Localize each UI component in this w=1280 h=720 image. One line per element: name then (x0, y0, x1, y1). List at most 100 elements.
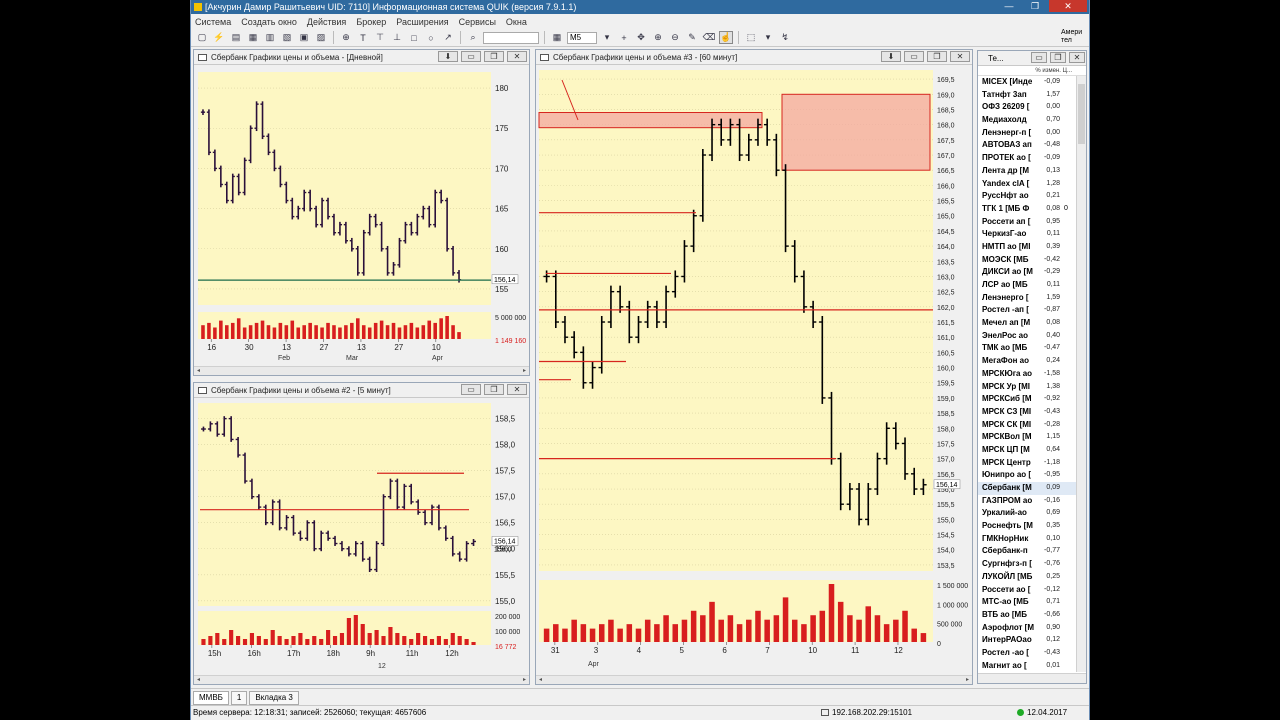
move-icon[interactable]: ✥ (634, 31, 648, 44)
table-row[interactable]: МРСКСиб [М -0,92 (978, 393, 1086, 406)
menu-windows[interactable]: Окна (506, 17, 527, 27)
table-row[interactable]: ДИКСИ ао [М -0,29 (978, 266, 1086, 279)
table-row[interactable]: ЭнелРос ао 0,40 (978, 330, 1086, 343)
tab-mmvb[interactable]: ММВБ (193, 691, 229, 705)
maximize-button[interactable]: ❐ (1023, 0, 1047, 12)
table-row[interactable]: МРСК Центр -1,18 (978, 457, 1086, 470)
table-row[interactable]: ГАЗПРОМ ао -0,16 (978, 495, 1086, 508)
zoom-out-icon[interactable]: ⊖ (668, 31, 682, 44)
chart-icon[interactable]: ▧ (280, 31, 294, 44)
menu-extensions[interactable]: Расширения (396, 17, 448, 27)
table-row[interactable]: MICEX [Инде -0,09 (978, 76, 1086, 89)
table-row[interactable]: МРСК Ур [МІ 1,38 (978, 381, 1086, 394)
scroll-left-icon[interactable]: ◂ (194, 367, 203, 375)
table-row[interactable]: Сбербанк [М 0,09 (978, 482, 1086, 495)
calendar-icon[interactable]: ▦ (550, 31, 564, 44)
search-icon[interactable]: ⌕ (466, 31, 480, 44)
table-row[interactable]: Сургнфгз-п [-0,76 (978, 558, 1086, 571)
table-row[interactable]: ИнтерРАОао 0,12 (978, 634, 1086, 647)
tab-3[interactable]: Вкладка 3 (249, 691, 299, 705)
scroll-left-icon[interactable]: ◂ (194, 676, 203, 684)
table-row[interactable]: МРСК СК [МІ -0,28 (978, 419, 1086, 432)
table-row[interactable]: ПРОТЕК ао [-0,09 (978, 152, 1086, 165)
add-icon[interactable]: + (617, 31, 631, 44)
daily-chart[interactable]: 155 160 165 170 175 180 156,14 5 000 000 1 149 1… (194, 50, 530, 376)
ellipse-icon[interactable]: ○ (424, 31, 438, 44)
table-row[interactable]: Медиахолд 0,70 (978, 114, 1086, 127)
vertical-line-icon[interactable]: ⊤ (373, 31, 387, 44)
order-icon[interactable]: ▤ (229, 31, 243, 44)
indicator-icon[interactable]: ↯ (778, 31, 792, 44)
h1-chart[interactable]: 153,5154,0154,5155,0155,5156,0156,5157,0… (536, 50, 973, 685)
shapes-icon[interactable]: ⬚ (744, 31, 758, 44)
table-row[interactable]: Татнфт 3ап 1,57 (978, 89, 1086, 102)
table-row[interactable]: Ростел -ао [-0,43 (978, 647, 1086, 660)
table-row[interactable]: МегаФон ао 0,24 (978, 355, 1086, 368)
table-row[interactable]: МОЭСК [МБ -0,42 (978, 254, 1086, 267)
vertical-scrollbar[interactable] (1076, 76, 1086, 672)
minimize-button[interactable]: — (997, 0, 1021, 12)
tab-1[interactable]: 1 (230, 691, 248, 705)
table-row[interactable]: Россети ап [0,95 (978, 216, 1086, 229)
table-row[interactable]: ВТБ ао [МБ -0,66 (978, 609, 1086, 622)
table-row[interactable]: МРСК СЗ [МІ -0,43 (978, 406, 1086, 419)
table-row[interactable]: Сбербанк-п -0,77 (978, 545, 1086, 558)
minimize-button[interactable]: ▭ (1031, 52, 1047, 63)
scroll-left-icon[interactable]: ◂ (536, 676, 545, 684)
menu-broker[interactable]: Брокер (356, 17, 386, 27)
table-row[interactable]: Россети ао [-0,12 (978, 584, 1086, 597)
table-row[interactable]: Лента др [М 0,13 (978, 165, 1086, 178)
maximize-button[interactable]: ❐ (1050, 52, 1066, 63)
table-row[interactable]: ТМК ао [МБ -0,47 (978, 342, 1086, 355)
table-row[interactable]: Юнипро ао [-0,95 (978, 469, 1086, 482)
table-row[interactable]: Мечел ап [М 0,08 (978, 317, 1086, 330)
m5-chart[interactable]: 155,0 155,5 156,0 156,5 157,0 157,5 158,0 158,5… (194, 383, 530, 685)
crosshair-icon[interactable]: ⊕ (339, 31, 353, 44)
menu-services[interactable]: Сервисы (459, 17, 496, 27)
table-row[interactable]: МТС-ао [МБ 0,71 (978, 596, 1086, 609)
close-button[interactable]: ✕ (1049, 0, 1087, 12)
table-row[interactable]: ЛУКОЙЛ [МБ 0,25 (978, 571, 1086, 584)
table-row[interactable]: НМТП ао [МІ 0,39 (978, 241, 1086, 254)
zoom-in-icon[interactable]: ⊕ (651, 31, 665, 44)
chevron-down-icon[interactable]: ▾ (600, 31, 614, 44)
horizontal-scrollbar[interactable]: ◂ ▸ (536, 675, 972, 684)
interval-select[interactable]: M5 (567, 31, 597, 44)
horizontal-line-icon[interactable]: ⊥ (390, 31, 404, 44)
search-input[interactable] (483, 31, 539, 44)
menu-create-window[interactable]: Создать окно (241, 17, 297, 27)
horizontal-scrollbar[interactable] (978, 673, 1086, 683)
table-row[interactable]: ОФЗ 26209 [0,00 (978, 101, 1086, 114)
trend-icon[interactable]: ↗ (441, 31, 455, 44)
report-icon[interactable]: ▨ (314, 31, 328, 44)
table-row[interactable]: Ростел -ап [-0,87 (978, 304, 1086, 317)
connect-icon[interactable]: ⚡ (212, 31, 226, 44)
table-row[interactable]: Роснефть [М 0,35 (978, 520, 1086, 533)
pencil-icon[interactable]: ✎ (685, 31, 699, 44)
table-row[interactable]: ЛСР ао [МБ 0,11 (978, 279, 1086, 292)
rectangle-icon[interactable]: □ (407, 31, 421, 44)
table-row[interactable]: Аэрофлот [М 0,90 (978, 622, 1086, 635)
table-row[interactable]: МРСК ЦП [М 0,64 (978, 444, 1086, 457)
table-row[interactable]: Уркалий-ао 0,69 (978, 507, 1086, 520)
table-row[interactable]: Ленэнерг-п [0,00 (978, 127, 1086, 140)
menu-actions[interactable]: Действия (307, 17, 346, 27)
portfolio-icon[interactable]: ▣ (297, 31, 311, 44)
quotes-icon[interactable]: ▥ (263, 31, 277, 44)
scroll-right-icon[interactable]: ▸ (520, 367, 529, 375)
table-icon[interactable]: ▦ (246, 31, 260, 44)
column-header-change[interactable]: % измен. Ц... (978, 66, 1086, 76)
eraser-icon[interactable]: ⌫ (702, 31, 716, 44)
table-row[interactable]: Ленэнерго [1,59 (978, 292, 1086, 305)
scroll-right-icon[interactable]: ▸ (963, 676, 972, 684)
table-row[interactable]: АВТОВАЗ ап -0,48 (978, 139, 1086, 152)
hand-icon[interactable]: ☝ (719, 31, 733, 44)
horizontal-scrollbar[interactable]: ◂ ▸ (194, 366, 529, 375)
new-window-icon[interactable]: ▢ (195, 31, 209, 44)
table-row[interactable]: РуссНфт ао 0,21 (978, 190, 1086, 203)
table-row[interactable]: Магнит ао [0,01 (978, 660, 1086, 673)
table-row[interactable]: ЧеркизГ-ао 0,11 (978, 228, 1086, 241)
text-icon[interactable]: T (356, 31, 370, 44)
scroll-right-icon[interactable]: ▸ (520, 676, 529, 684)
close-button[interactable]: ✕ (1069, 52, 1085, 63)
